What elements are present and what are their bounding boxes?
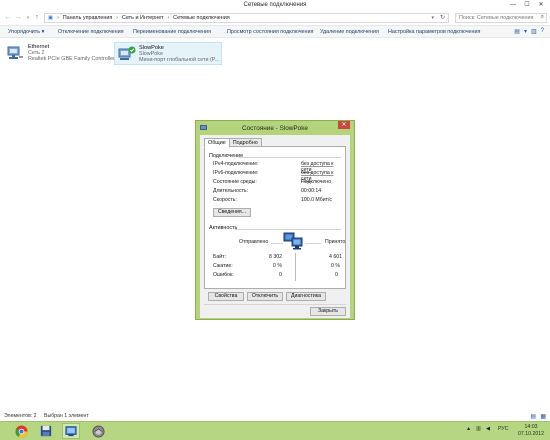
network-adapter-icon xyxy=(7,46,23,59)
forward-button[interactable]: → xyxy=(14,14,22,22)
status-row-value: 100.0 Мбит/с xyxy=(301,197,333,203)
address-bar: ← → ▾ ↑ ▣ › Панель управления › Сеть и И… xyxy=(0,11,550,25)
tray-arrow-icon[interactable]: ▲ xyxy=(466,426,471,432)
disconnect-command[interactable]: Отключение подключения xyxy=(58,29,124,35)
selection-count: Выбран 1 элемент xyxy=(44,413,89,419)
connection-group-label: Подключение xyxy=(209,153,244,159)
delete-command[interactable]: Удаление подключения xyxy=(320,29,379,35)
breadcrumb-separator-icon: › xyxy=(57,15,59,21)
view-dropdown-icon[interactable]: ▾ xyxy=(524,28,527,35)
status-bar: Элементов: 2 Выбран 1 элемент ▤ ▦ xyxy=(0,412,550,421)
language-indicator[interactable]: РУС xyxy=(498,426,508,432)
breadcrumb-connections[interactable]: Сетевые подключения xyxy=(173,15,230,21)
explorer-taskbar-icon[interactable] xyxy=(62,423,80,439)
diagnose-button[interactable]: Диагностика xyxy=(286,292,326,301)
dialog-divider xyxy=(204,304,346,305)
dialog-body: Общие Подробно Подключение IPv4-подключе… xyxy=(200,135,350,318)
clock[interactable]: 14:03 07.10.2012 xyxy=(518,424,544,438)
sent-line xyxy=(271,243,283,244)
rename-command[interactable]: Переименование подключения xyxy=(133,29,211,35)
status-dialog: Состояние - SlowPoke ✕ Общие Подробно По… xyxy=(195,120,355,320)
address-dropdown-icon[interactable]: ▾ xyxy=(431,15,434,21)
tray-volume-icon[interactable]: ◀ xyxy=(486,426,490,432)
received-label: Принято xyxy=(325,239,346,245)
clock-date: 07.10.2012 xyxy=(518,431,544,437)
status-row-label: Состояние среды: xyxy=(213,179,257,185)
refresh-icon[interactable]: ↻ xyxy=(440,14,445,21)
control-panel-icon: ▣ xyxy=(48,15,54,21)
clock-time: 14:03 xyxy=(524,424,538,430)
search-input[interactable]: Поиск: Сетевые подключения ⌕ xyxy=(455,13,547,23)
organize-menu[interactable]: Упорядочить ▾ xyxy=(8,29,44,35)
connection-device: Мини-порт глобальной сети (P... xyxy=(139,57,220,63)
search-icon[interactable]: ⌕ xyxy=(541,14,544,21)
tray-network-icon[interactable]: ▥ xyxy=(476,426,481,432)
sent-label: Отправлено xyxy=(239,239,269,245)
breadcrumb-control-panel[interactable]: Панель управления xyxy=(63,15,113,21)
bytes-label: Байт: xyxy=(213,254,227,260)
errors-received: 0 xyxy=(335,272,338,278)
compression-received: 0 % xyxy=(331,263,340,269)
items-count: Элементов: 2 xyxy=(4,413,37,419)
breadcrumb-network[interactable]: Сеть и Интернет xyxy=(122,15,164,21)
dialog-title: Состояние - SlowPoke xyxy=(242,125,308,132)
compression-label: Сжатие: xyxy=(213,263,233,269)
activity-computers-icon xyxy=(283,232,303,250)
view-controls: ▤ ▾ ▥ ? xyxy=(514,28,544,35)
bytes-sent: 8 302 xyxy=(269,254,282,260)
view-status-command[interactable]: Просмотр состояния подключения xyxy=(227,29,313,35)
minimize-button[interactable]: — xyxy=(506,0,520,9)
group-divider xyxy=(239,157,341,158)
properties-button[interactable]: Свойства xyxy=(208,292,244,301)
close-button[interactable]: ✕ xyxy=(534,0,548,9)
connection-item-ethernet[interactable]: Ethernet Сеть 2 Realtek PCIe GBE Family … xyxy=(4,42,115,65)
errors-label: Ошибок: xyxy=(213,272,234,278)
details-view-icon[interactable]: ▤ xyxy=(530,413,536,420)
status-row-label: IPv6-подключение: xyxy=(213,170,259,176)
status-row-value: 00:00:14 xyxy=(301,188,322,194)
status-row-label: IPv4-подключение: xyxy=(213,161,259,167)
save-floppy-icon[interactable] xyxy=(37,423,55,439)
settings-command[interactable]: Настройка параметров подключения xyxy=(388,29,480,35)
back-button[interactable]: ← xyxy=(4,14,12,22)
breadcrumb-separator-icon: › xyxy=(116,15,118,21)
help-icon[interactable]: ? xyxy=(541,28,544,35)
received-line xyxy=(305,243,321,244)
activity-group-label: Активность xyxy=(209,225,238,231)
recent-pages-icon[interactable]: ▾ xyxy=(24,14,32,22)
connection-item-slowpoke[interactable]: SlowPoke SlowPoke Мини-порт глобальной с… xyxy=(114,42,222,65)
status-row-value: Подключено xyxy=(301,179,331,185)
large-icons-view-icon[interactable]: ▦ xyxy=(540,413,546,420)
preview-pane-icon[interactable]: ▥ xyxy=(531,28,537,35)
window-controls: — ☐ ✕ xyxy=(506,0,548,9)
settings-app-icon[interactable] xyxy=(89,423,107,439)
activity-divider xyxy=(295,253,296,281)
window-title: Сетевые подключения xyxy=(243,2,307,8)
dialog-close-button[interactable]: ✕ xyxy=(338,121,350,129)
group-divider xyxy=(235,229,341,230)
search-placeholder: Поиск: Сетевые подключения xyxy=(459,15,534,21)
errors-sent: 0 xyxy=(279,272,282,278)
status-row-label: Длительность: xyxy=(213,188,249,194)
change-view-icon[interactable]: ▤ xyxy=(514,28,520,35)
breadcrumb-separator-icon: › xyxy=(167,15,170,21)
chrome-icon[interactable] xyxy=(12,423,30,439)
tab-general[interactable]: Общие xyxy=(204,138,230,148)
compression-sent: 0 % xyxy=(273,263,282,269)
disconnect-button[interactable]: Отключить xyxy=(247,292,283,301)
address-field[interactable]: ▣ › Панель управления › Сеть и Интернет … xyxy=(44,13,449,23)
status-row-label: Скорость: xyxy=(213,197,237,203)
up-button[interactable]: ↑ xyxy=(33,14,41,22)
details-button[interactable]: Сведения... xyxy=(213,208,251,217)
dialog-close-action-button[interactable]: Закрыть xyxy=(310,307,346,316)
window-titlebar: Сетевые подключения — ☐ ✕ xyxy=(0,0,550,11)
maximize-button[interactable]: ☐ xyxy=(520,0,534,9)
command-bar: Упорядочить ▾ Отключение подключения Пер… xyxy=(0,25,550,38)
bytes-received: 4 601 xyxy=(329,254,342,260)
connection-device: Realtek PCIe GBE Family Controller xyxy=(28,56,115,62)
tab-panel-general: Подключение IPv4-подключение: без доступ… xyxy=(204,146,346,289)
network-connected-icon xyxy=(118,46,136,60)
taskbar: ▲ ▥ ◀ РУС 14:03 07.10.2012 xyxy=(0,421,550,440)
